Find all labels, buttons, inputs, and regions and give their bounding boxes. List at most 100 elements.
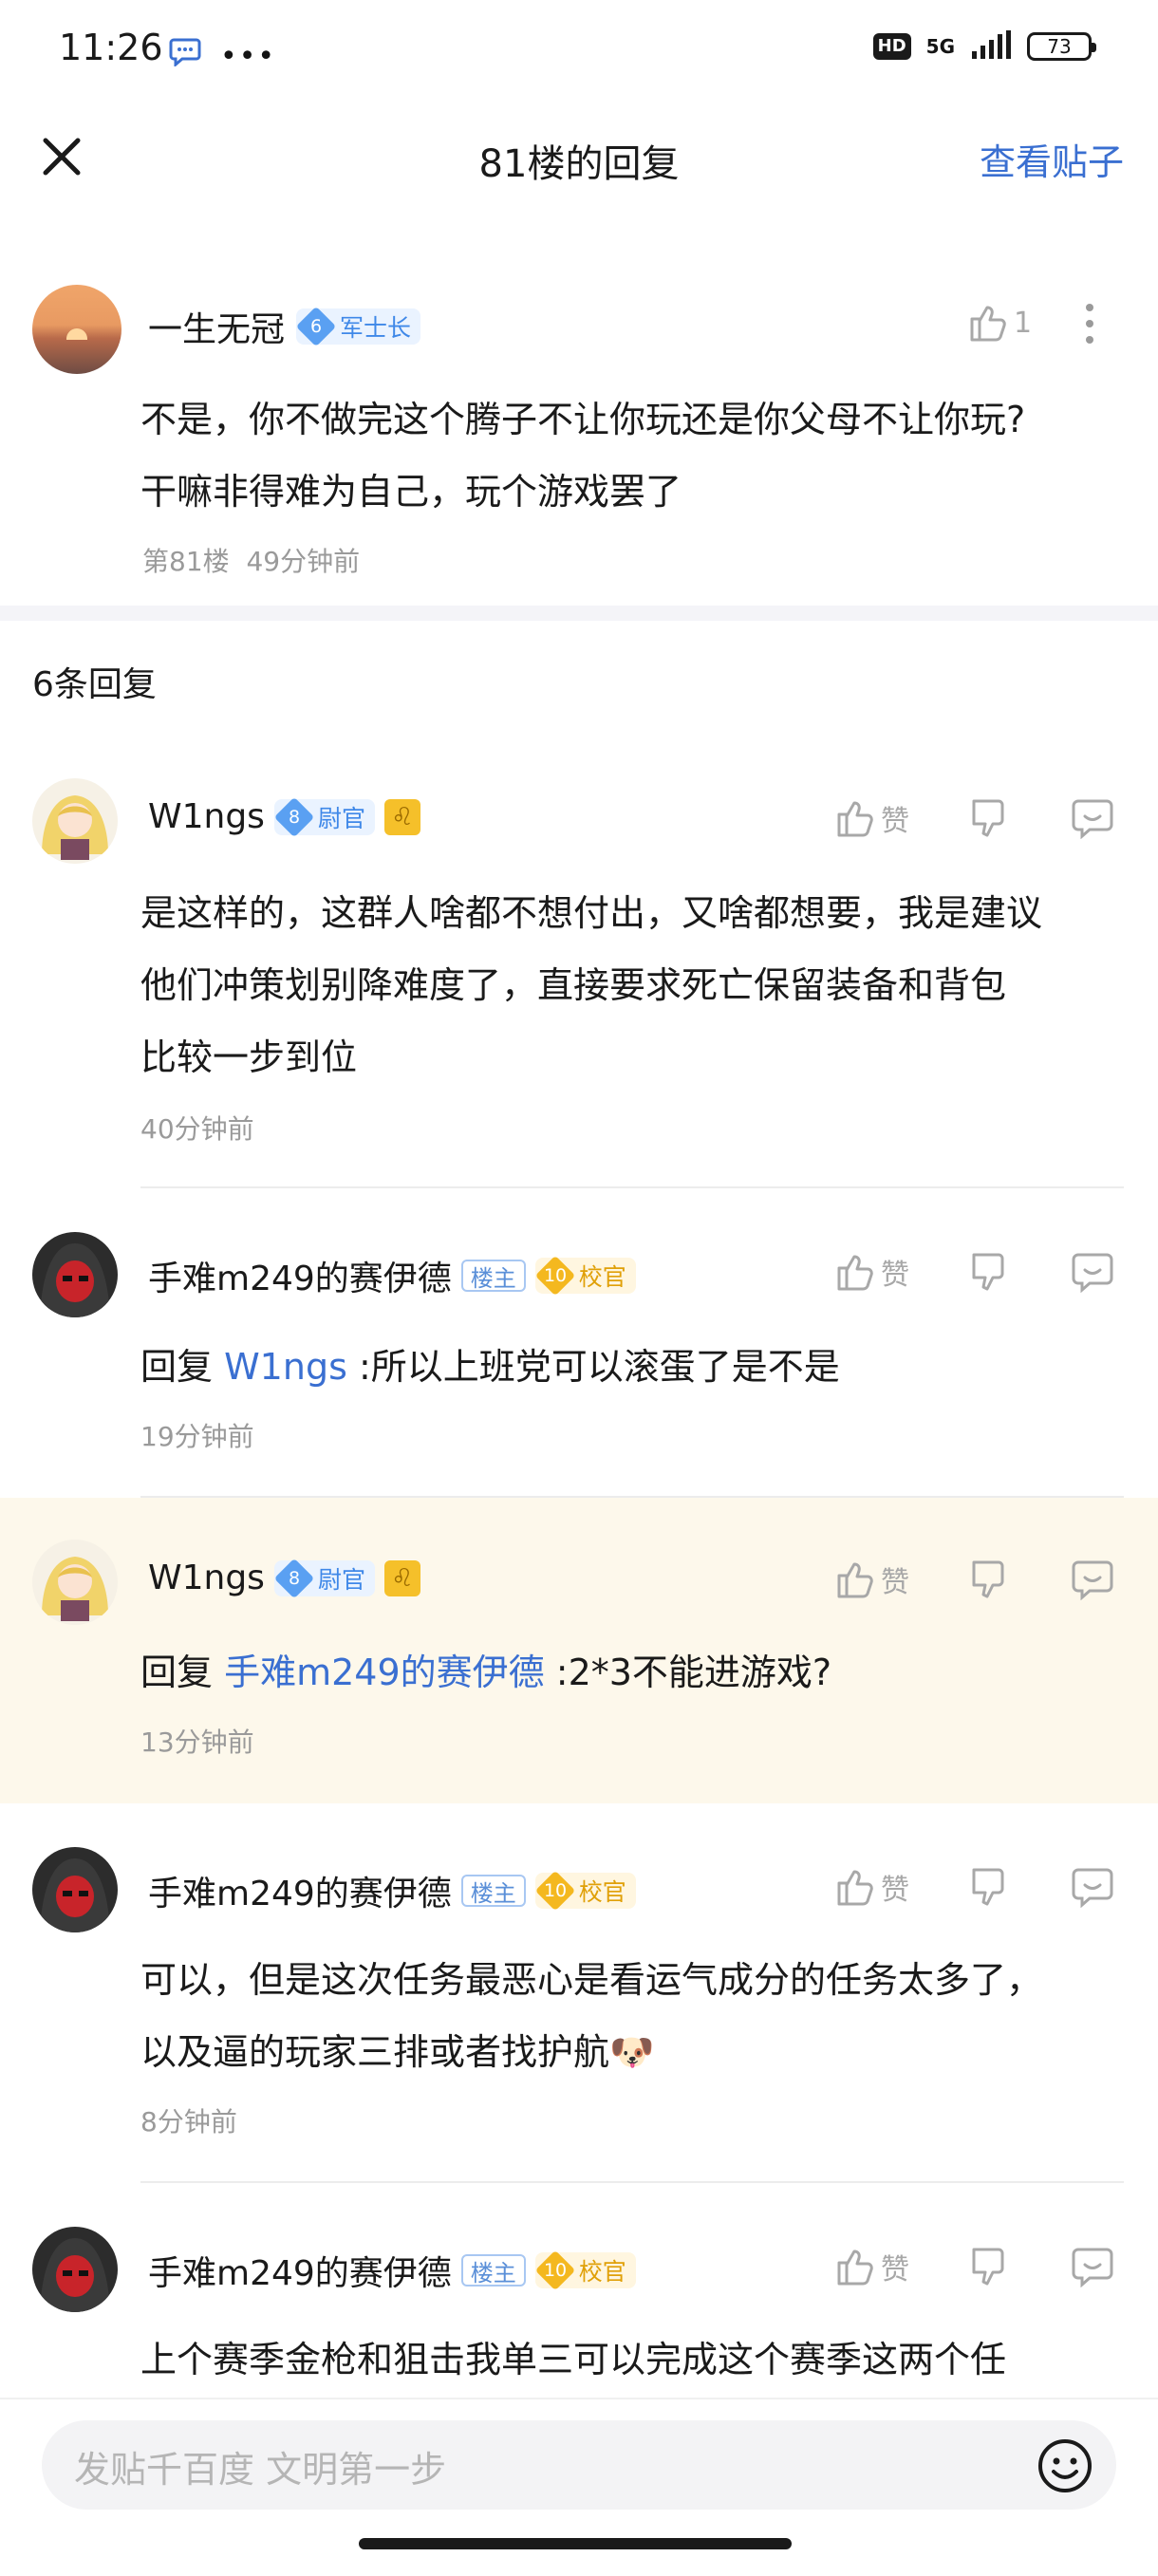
comment-icon: [1072, 1560, 1113, 1601]
comment-button[interactable]: [1071, 1251, 1114, 1297]
username[interactable]: W1ngs: [148, 1559, 265, 1597]
row-divider: [140, 1186, 1124, 1188]
dislike-button[interactable]: [968, 2246, 1010, 2291]
level-diamond-icon: 10: [534, 1870, 576, 1912]
more-notifications-icon: •••: [220, 40, 277, 73]
level-diamond-icon: 10: [534, 2249, 576, 2291]
main-post-text: 不是，你不做完这个腾子不让你玩还是你父母不让你玩? 干嘛非得难为自己，玩个游戏罢…: [140, 383, 1025, 528]
dislike-button[interactable]: [968, 797, 1010, 843]
chat-bubble-icon: [169, 36, 201, 70]
mention-link[interactable]: W1ngs: [224, 1346, 347, 1388]
reply-prefix: 回复: [140, 1652, 214, 1693]
level-badge: 8 尉官: [273, 1558, 375, 1598]
status-right: HD 5G 73: [872, 30, 1096, 63]
avatar[interactable]: [32, 778, 118, 864]
more-options-button[interactable]: [1082, 302, 1097, 349]
host-tag: 楼主: [460, 1875, 526, 1907]
level-badge: 10 校官: [534, 2249, 636, 2291]
comment-button[interactable]: [1071, 2246, 1114, 2291]
like-button[interactable]: 赞: [833, 1251, 909, 1293]
battery-icon: 73: [1027, 32, 1096, 61]
avatar[interactable]: [32, 1540, 118, 1625]
like-button[interactable]: 赞: [833, 1866, 909, 1908]
reply-text-body: :所以上班党可以滚蛋了是不是: [358, 1346, 840, 1388]
reply-header: W1ngs 8 尉官 ♌: [148, 796, 420, 837]
thumbs-down-icon: [972, 2248, 1004, 2286]
thumbs-down-icon: [972, 1868, 1004, 1906]
vertical-dots-icon: [1086, 304, 1093, 344]
avatar[interactable]: [32, 1847, 118, 1932]
reply-text: 上个赛季金枪和狙击我单三可以完成这个赛季这两个任: [140, 2324, 1006, 2396]
reply-input-placeholder: 发贴千百度 文明第一步: [74, 2449, 447, 2491]
reply-text-line: 上个赛季金枪和狙击我单三可以完成这个赛季这两个任: [140, 2339, 1007, 2380]
like-button[interactable]: 赞: [833, 797, 909, 839]
reply-time: 40分钟前: [140, 1113, 254, 1145]
avatar[interactable]: [32, 2227, 118, 2312]
main-post-meta: 第81楼 49分钟前: [142, 541, 360, 579]
reply-text: 可以，但是这次任务最恶心是看运气成分的任务太多了， 以及逼的玩家三排或者找护航🐶: [140, 1944, 1042, 2088]
username[interactable]: 一生无冠: [148, 302, 285, 351]
like-button[interactable]: 赞: [833, 2246, 909, 2287]
level-diamond-icon: 8: [273, 1558, 315, 1598]
smiley-icon: [1038, 2439, 1092, 2492]
dislike-button[interactable]: [968, 1559, 1010, 1604]
mention-link[interactable]: 手难m249的赛伊德: [224, 1652, 545, 1693]
thumbs-up-icon: [837, 1870, 873, 1906]
level-badge: 8 尉官: [273, 796, 375, 837]
reply-header: 手难m249的赛伊德 楼主 10 校官: [148, 1251, 636, 1300]
username[interactable]: 手难m249的赛伊德: [148, 2246, 452, 2295]
post-text-line: 不是，你不做完这个腾子不让你玩还是你父母不让你玩?: [140, 399, 1026, 440]
comment-icon: [1072, 1868, 1113, 1909]
like-button[interactable]: 1: [966, 302, 1032, 344]
zodiac-leo-icon: ♌: [383, 798, 420, 835]
comment-button[interactable]: [1071, 1559, 1114, 1604]
avatar[interactable]: [32, 285, 121, 374]
like-count: 1: [1014, 306, 1033, 340]
thumbs-up-icon: [837, 1562, 873, 1598]
reply-time: 19分钟前: [140, 1421, 254, 1452]
level-badge: 6 军士长: [295, 306, 421, 347]
post-time: 49分钟前: [246, 546, 361, 577]
thumbs-up-icon: [970, 306, 1006, 342]
thumbs-up-icon: [837, 2249, 873, 2286]
like-button[interactable]: 赞: [833, 1559, 909, 1600]
level-badge: 10 校官: [534, 1870, 636, 1912]
comment-icon: [1072, 799, 1113, 840]
dislike-button[interactable]: [968, 1251, 1010, 1297]
host-tag: 楼主: [460, 1260, 526, 1292]
reply-text: 回复 手难m249的赛伊德 :2*3不能进游戏?: [140, 1636, 831, 1708]
reply-count: 6条回复: [32, 665, 157, 704]
comment-button[interactable]: [1071, 797, 1114, 843]
level-diamond-icon: 6: [295, 306, 337, 347]
reply-text-line: 比较一步到位: [140, 1036, 358, 1078]
home-indicator[interactable]: [359, 2538, 792, 2549]
view-post-link[interactable]: 查看贴子: [980, 133, 1124, 185]
username[interactable]: W1ngs: [148, 797, 265, 836]
reply-text-line: 可以，但是这次任务最恶心是看运气成分的任务太多了，: [140, 1959, 1043, 2001]
row-divider: [140, 2181, 1124, 2183]
dislike-button[interactable]: [968, 1866, 1010, 1912]
comment-icon: [1072, 2248, 1113, 2288]
reply-prefix: 回复: [140, 1346, 214, 1388]
reply-time: 8分钟前: [140, 2106, 237, 2137]
username[interactable]: 手难m249的赛伊德: [148, 1866, 452, 1915]
level-badge: 10 校官: [534, 1255, 636, 1297]
level-diamond-icon: 8: [273, 796, 315, 837]
status-time: 11:26: [59, 27, 163, 68]
reply-text-line: 以及逼的玩家三排或者找护航🐶: [140, 2031, 655, 2073]
thumbs-down-icon: [972, 1253, 1004, 1291]
reply-time: 13分钟前: [140, 1727, 254, 1758]
username[interactable]: 手难m249的赛伊德: [148, 1251, 452, 1300]
hd-icon: HD: [872, 33, 911, 60]
reply-text-line: 是这样的，这群人啥都不想付出，又啥都想要，我是建议: [140, 892, 1043, 934]
reply-text: 回复 W1ngs :所以上班党可以滚蛋了是不是: [140, 1331, 840, 1403]
post-text-line: 干嘛非得难为自己，玩个游戏罢了: [140, 471, 682, 513]
reply-header: 手难m249的赛伊德 楼主 10 校官: [148, 1866, 636, 1915]
thumbs-down-icon: [972, 1560, 1004, 1598]
signal-icon: [970, 30, 1012, 63]
emoji-button[interactable]: [1037, 2437, 1093, 2494]
thumbs-up-icon: [837, 801, 873, 837]
comment-icon: [1072, 1253, 1113, 1294]
comment-button[interactable]: [1071, 1866, 1114, 1912]
avatar[interactable]: [32, 1232, 118, 1317]
